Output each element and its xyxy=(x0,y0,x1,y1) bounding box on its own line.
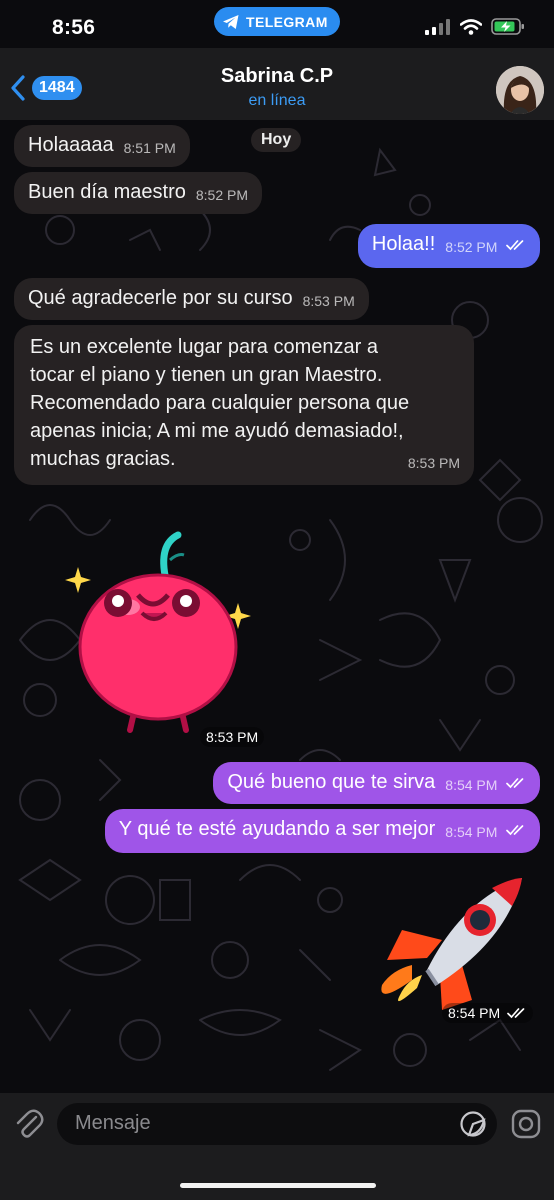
message-outgoing[interactable]: Holaa!! 8:52 PM xyxy=(357,224,540,268)
date-separator: Hoy xyxy=(251,128,302,152)
message-incoming[interactable]: Holaaaaa 8:51 PM xyxy=(14,125,190,167)
message-line: Recomendado para cualquier persona que xyxy=(30,392,410,414)
home-indicator[interactable] xyxy=(180,1183,376,1188)
message-line: apenas inicia; A mi me ayudó demasiado!, xyxy=(30,420,404,442)
message-line: Es un excelente lugar para comenzar a xyxy=(30,336,378,358)
double-check-icon xyxy=(506,825,524,836)
message-time: 8:52 PM xyxy=(445,239,498,255)
battery-charging-icon xyxy=(491,18,524,35)
camera-icon[interactable] xyxy=(510,1108,542,1140)
double-check-icon xyxy=(506,778,524,789)
message-placeholder: Mensaje xyxy=(75,1112,151,1134)
message-time: 8:53 PM xyxy=(407,455,460,471)
contact-name[interactable]: Sabrina C.P xyxy=(0,65,554,88)
message-time: 8:51 PM xyxy=(123,140,176,156)
attach-icon[interactable] xyxy=(14,1108,44,1140)
telegram-icon xyxy=(223,14,239,29)
sticker-time: 8:54 PM xyxy=(442,1003,534,1023)
message-outgoing[interactable]: Y qué te esté ayudando a ser mejor 8:54 P… xyxy=(104,809,540,853)
message-outgoing[interactable]: Qué bueno que te sirva 8:54 PM xyxy=(213,762,540,804)
message-incoming[interactable]: Qué agradecerle por su curso 8:53 PM xyxy=(14,278,369,320)
double-check-icon xyxy=(506,240,524,251)
cherry-sticker[interactable] xyxy=(58,525,258,740)
message-time: 8:52 PM xyxy=(195,187,249,203)
avatar-photo xyxy=(496,66,544,114)
telegram-pill-label: TELEGRAM xyxy=(246,13,328,30)
message-line: muchas gracias. xyxy=(30,448,176,470)
message-time: 8:53 PM xyxy=(302,293,355,309)
telegram-app-pill[interactable]: TELEGRAM xyxy=(214,7,340,36)
sticker-icon[interactable] xyxy=(459,1110,487,1138)
signal-icon xyxy=(425,18,450,35)
message-line: tocar el piano y tienen un gran Maestro. xyxy=(30,364,383,386)
double-check-icon xyxy=(507,1008,525,1019)
contact-status: en línea xyxy=(248,92,306,109)
message-incoming[interactable]: Buen día maestro 8:52 PM xyxy=(14,172,263,214)
status-time: 8:56 xyxy=(52,16,96,39)
rocket-sticker[interactable] xyxy=(372,870,532,1010)
message-time: 8:54 PM xyxy=(445,777,498,793)
message-time: 8:54 PM xyxy=(445,824,498,840)
message-incoming-long[interactable]: Es un excelente lugar para comenzar a to… xyxy=(14,325,474,485)
wifi-icon xyxy=(460,18,482,35)
contact-avatar[interactable] xyxy=(496,66,544,114)
sticker-time: 8:53 PM xyxy=(200,727,265,747)
status-indicators xyxy=(425,18,525,35)
